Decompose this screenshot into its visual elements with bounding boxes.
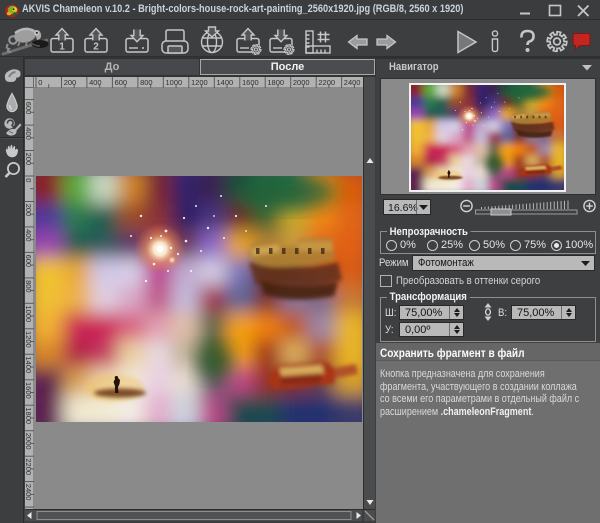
svg-text:1600: 1600 <box>25 382 33 399</box>
svg-text:1000: 1000 <box>25 306 33 323</box>
svg-text:1800: 1800 <box>25 407 33 424</box>
svg-text:1400: 1400 <box>25 357 33 374</box>
svg-text:0: 0 <box>25 178 33 182</box>
svg-text:1600: 1600 <box>242 78 259 87</box>
svg-text:2000: 2000 <box>293 78 310 87</box>
svg-text:1200: 1200 <box>191 78 208 87</box>
svg-text:1800: 1800 <box>267 78 284 87</box>
svg-text:1200: 1200 <box>25 331 33 348</box>
svg-text:2000: 2000 <box>25 433 33 450</box>
svg-text:2200: 2200 <box>25 458 33 475</box>
svg-text:0: 0 <box>38 78 42 87</box>
svg-text:1400: 1400 <box>217 78 234 87</box>
svg-text:2400: 2400 <box>344 78 361 87</box>
svg-text:1000: 1000 <box>166 78 183 87</box>
svg-text:1: 1 <box>59 42 65 53</box>
svg-text:2200: 2200 <box>318 78 335 87</box>
svg-text:2400: 2400 <box>25 484 33 501</box>
svg-text:2: 2 <box>93 42 99 53</box>
